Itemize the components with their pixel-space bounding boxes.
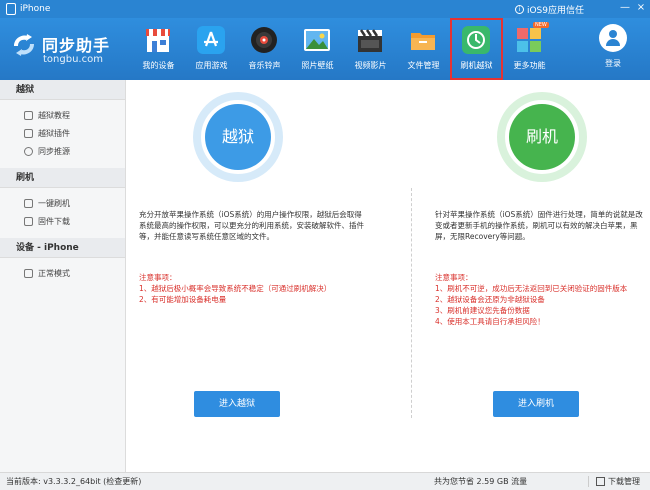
new-badge: NEW bbox=[533, 22, 549, 28]
nav-more-features[interactable]: NEW 更多功能 bbox=[503, 18, 556, 80]
nav-videos[interactable]: 视频影片 bbox=[344, 18, 397, 80]
nav-label: 视频影片 bbox=[354, 61, 387, 70]
sidebar-section-device: 设备 - iPhone bbox=[0, 238, 125, 258]
login-label: 登录 bbox=[605, 59, 621, 68]
nav-label: 更多功能 bbox=[513, 61, 546, 70]
photo-icon bbox=[304, 29, 330, 51]
jailbreak-notes: 注意事项： 1、越狱后极小概率会导致系统不稳定（可通过刷机解决） 2、有可能增加… bbox=[139, 272, 379, 305]
sidebar-item-label: 固件下载 bbox=[38, 216, 70, 226]
store-icon bbox=[146, 29, 170, 52]
logo-text: 同步助手 bbox=[42, 36, 111, 55]
main-panel: 越狱 充分开放苹果操作系统（iOS系统）的用户操作权限，越狱后会取得系统最高的操… bbox=[127, 80, 650, 472]
flash-notes: 注意事项： 1、刷机不可逆，成功后无法返回到已关闭验证的固件版本 2、越狱设备会… bbox=[435, 272, 650, 327]
enter-jailbreak-button[interactable]: 进入越狱 bbox=[194, 391, 280, 417]
device-name: iPhone bbox=[20, 4, 51, 14]
title-bar: iPhone i iOS9应用信任 — × bbox=[0, 0, 650, 18]
download-manager-label: 下载管理 bbox=[608, 477, 640, 486]
nav-file-management[interactable]: 文件管理 bbox=[397, 18, 450, 80]
note-line: 2、有可能增加设备耗电量 bbox=[139, 295, 227, 304]
nav-label: 我的设备 bbox=[142, 61, 175, 70]
login-button[interactable]: 登录 bbox=[598, 24, 628, 69]
download-icon bbox=[596, 477, 605, 486]
film-clapper-icon bbox=[358, 29, 382, 52]
sidebar: 越狱 越狱教程 越狱插件 同步推源 刷机 一键刷机 固件下载 设备 - iPho… bbox=[0, 80, 126, 472]
phone-icon bbox=[6, 3, 16, 15]
minimize-button[interactable]: — bbox=[620, 2, 630, 14]
nav-my-device[interactable]: 我的设备 bbox=[132, 18, 185, 80]
sidebar-item-label: 正常模式 bbox=[38, 268, 70, 278]
sidebar-item-normal-mode[interactable]: 正常模式 bbox=[0, 264, 125, 282]
info-icon: i bbox=[514, 5, 524, 14]
app-store-icon bbox=[197, 26, 225, 54]
sidebar-item-tongbu-source[interactable]: 同步推源 bbox=[0, 142, 125, 160]
sidebar-section-flash: 刷机 bbox=[0, 168, 125, 188]
main-toolbar: 同步助手 tongbu.com 我的设备 应用游戏 音乐铃声 照片壁纸 视频影片… bbox=[0, 18, 650, 80]
flash-circle: 刷机 bbox=[497, 92, 587, 182]
more-apps-icon bbox=[517, 28, 541, 52]
sidebar-section-jailbreak: 越狱 bbox=[0, 80, 125, 100]
nav-label: 照片壁纸 bbox=[301, 61, 334, 70]
sidebar-item-firmware-download[interactable]: 固件下载 bbox=[0, 212, 125, 230]
status-bar: 当前版本: v3.3.3.2_64bit (检查更新) 共为您节省 2.59 G… bbox=[0, 472, 650, 490]
note-line: 1、越狱后极小概率会导致系统不稳定（可通过刷机解决） bbox=[139, 284, 332, 293]
nav-label: 音乐铃声 bbox=[248, 61, 281, 70]
jailbreak-circle: 越狱 bbox=[193, 92, 283, 182]
sidebar-item-label: 越狱插件 bbox=[38, 128, 70, 138]
note-line: 1、刷机不可逆，成功后无法返回到已关闭验证的固件版本 bbox=[435, 284, 628, 293]
sidebar-item-jailbreak-plugins[interactable]: 越狱插件 bbox=[0, 124, 125, 142]
version-info[interactable]: 当前版本: v3.3.3.2_64bit (检查更新) bbox=[6, 473, 141, 490]
close-button[interactable]: × bbox=[636, 2, 646, 14]
plugin-icon bbox=[24, 128, 33, 138]
flash-jailbreak-icon bbox=[462, 26, 490, 54]
device-mode-icon bbox=[24, 268, 33, 278]
note-line: 4、使用本工具请自行承担风险！ bbox=[435, 317, 545, 326]
notes-title: 注意事项： bbox=[435, 273, 473, 282]
logo-icon bbox=[14, 34, 34, 56]
note-line: 3、刷机前建议您先备份数据 bbox=[435, 306, 530, 315]
folder-icon bbox=[411, 33, 435, 50]
logo-url: tongbu.com bbox=[43, 54, 103, 65]
jailbreak-circle-label: 越狱 bbox=[205, 104, 271, 170]
flash-description: 针对苹果操作系统（iOS系统）固件进行处理，简单的说就是改变或者更新手机的操作系… bbox=[435, 210, 643, 241]
top-nav: 我的设备 应用游戏 音乐铃声 照片壁纸 视频影片 文件管理 刷机越狱 NEW 更… bbox=[132, 18, 556, 80]
nav-flash-jailbreak[interactable]: 刷机越狱 bbox=[450, 18, 503, 80]
nav-label: 文件管理 bbox=[407, 61, 440, 70]
book-icon bbox=[24, 110, 33, 120]
sidebar-item-label: 越狱教程 bbox=[38, 110, 70, 120]
note-line: 2、越狱设备会还原为非越狱设备 bbox=[435, 295, 545, 304]
nav-music-ringtones[interactable]: 音乐铃声 bbox=[238, 18, 291, 80]
jailbreak-description: 充分开放苹果操作系统（iOS系统）的用户操作权限，越狱后会取得系统最高的操作权限… bbox=[139, 210, 364, 241]
phone-icon bbox=[24, 198, 33, 208]
ios9-trust-notice[interactable]: i iOS9应用信任 bbox=[514, 3, 584, 16]
flash-circle-label: 刷机 bbox=[509, 104, 575, 170]
sidebar-item-one-click-flash[interactable]: 一键刷机 bbox=[0, 194, 125, 212]
enter-flash-button[interactable]: 进入刷机 bbox=[493, 391, 579, 417]
nav-photos-wallpapers[interactable]: 照片壁纸 bbox=[291, 18, 344, 80]
download-manager-button[interactable]: 下载管理 bbox=[596, 473, 640, 490]
link-icon bbox=[24, 146, 33, 156]
user-avatar-icon bbox=[599, 24, 627, 52]
data-saved-info: 共为您节省 2.59 GB 流量 bbox=[434, 477, 528, 486]
ios9-trust-label: iOS9应用信任 bbox=[526, 6, 584, 16]
panel-divider bbox=[411, 188, 412, 418]
nav-label: 应用游戏 bbox=[195, 61, 228, 70]
nav-apps-games[interactable]: 应用游戏 bbox=[185, 18, 238, 80]
sidebar-item-jailbreak-tutorial[interactable]: 越狱教程 bbox=[0, 106, 125, 124]
sidebar-item-label: 一键刷机 bbox=[38, 198, 70, 208]
download-icon bbox=[24, 216, 33, 226]
sidebar-item-label: 同步推源 bbox=[38, 146, 70, 156]
app-logo: 同步助手 tongbu.com bbox=[10, 28, 120, 72]
music-disc-icon bbox=[251, 27, 277, 53]
notes-title: 注意事项： bbox=[139, 273, 177, 282]
status-separator bbox=[588, 476, 589, 487]
nav-label: 刷机越狱 bbox=[460, 61, 493, 70]
